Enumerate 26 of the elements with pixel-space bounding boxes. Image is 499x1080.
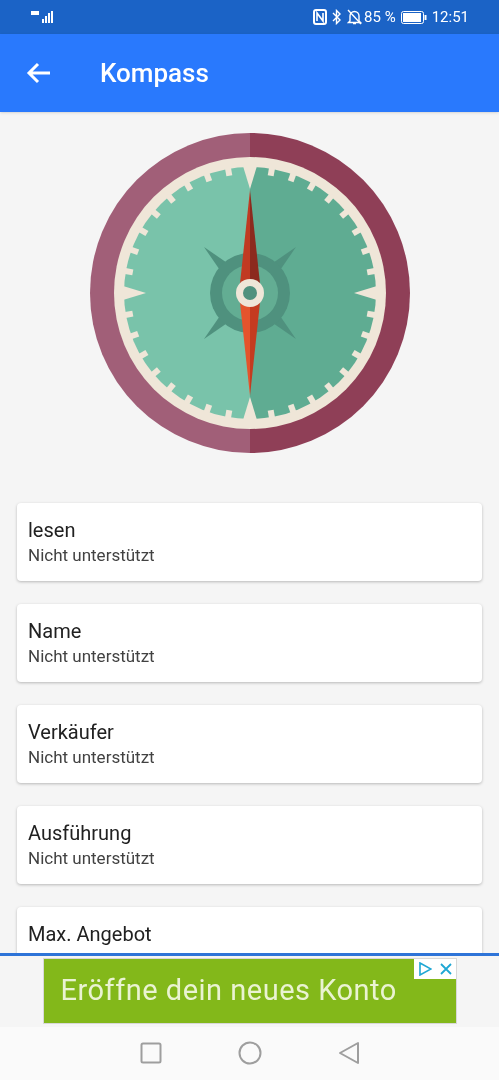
battery-icon — [400, 10, 427, 24]
card-value: Nicht unterstützt — [28, 645, 156, 668]
signal-icon — [30, 10, 56, 24]
nfc-icon — [313, 9, 328, 25]
play-icon — [417, 962, 432, 976]
card-title: Max. Angebot — [28, 921, 153, 947]
battery-percent: 85 % — [364, 6, 396, 28]
ad-banner[interactable]: Eröffne dein neues Konto — [42, 958, 457, 1024]
card-value: Nicht unterstützt — [28, 544, 156, 567]
screen-title: Kompass — [100, 56, 209, 90]
home-icon[interactable] — [237, 1040, 262, 1065]
card-value: Nicht unterstützt — [28, 847, 156, 870]
card-title: Verkäufer — [28, 719, 115, 745]
back-arrow-icon[interactable] — [26, 61, 52, 85]
muted-bell-icon — [347, 9, 363, 25]
card-title: lesen — [28, 517, 77, 543]
clock-time: 12:51 — [431, 6, 469, 28]
card-value: Nicht unterstützt — [28, 746, 156, 769]
ad-choices-badge[interactable] — [413, 959, 456, 979]
card-title: Name — [28, 618, 83, 644]
card-title: Ausführung — [28, 820, 133, 846]
close-icon[interactable] — [439, 963, 452, 975]
bluetooth-icon — [332, 9, 343, 25]
recents-icon[interactable] — [139, 1041, 162, 1064]
ad-text: Eröffne dein neues Konto — [60, 972, 397, 1010]
back-icon[interactable] — [337, 1040, 360, 1065]
